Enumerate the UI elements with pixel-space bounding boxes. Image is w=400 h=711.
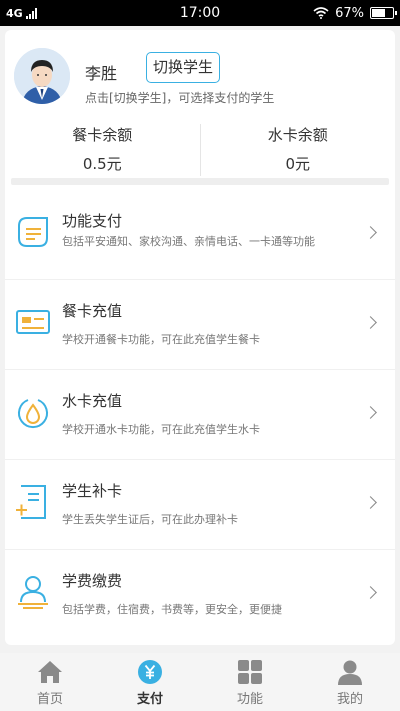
tab-label: 功能 <box>236 692 263 707</box>
student-profile: 李胜 切换学生 点击[切换学生]，可选择支付的学生 <box>5 30 395 118</box>
balance-label: 餐卡余额 <box>72 126 133 144</box>
chevron-right-icon <box>364 586 377 599</box>
menu-title: 学费缴费 <box>62 572 123 590</box>
chevron-right-icon <box>364 406 377 419</box>
menu-item-tuition[interactable]: 学费缴费 包括学费，住宿费，书费等，更安全，更便捷 <box>5 550 395 640</box>
menu-desc: 学校开通餐卡功能，可在此充值学生餐卡 <box>62 333 260 346</box>
tab-label: 支付 <box>136 692 163 707</box>
grid-icon <box>238 660 262 684</box>
water-drop-icon <box>18 399 48 428</box>
avatar <box>14 48 70 104</box>
menu-desc: 学校开通水卡功能，可在此充值学生水卡 <box>62 423 260 436</box>
menu-item-meal-recharge[interactable]: 餐卡充值 学校开通餐卡功能，可在此充值学生餐卡 <box>5 280 395 370</box>
menu-item-card-replace[interactable]: 学生补卡 学生丢失学生证后，可在此办理补卡 <box>5 460 395 550</box>
person-pay-icon <box>18 576 48 609</box>
water-card-balance[interactable]: 水卡余额 0元 <box>201 122 396 178</box>
meal-card-balance[interactable]: 餐卡余额 0.5元 <box>5 122 200 178</box>
menu-title: 餐卡充值 <box>62 302 123 320</box>
menu-desc: 学生丢失学生证后，可在此办理补卡 <box>62 513 238 526</box>
chevron-right-icon <box>364 496 377 509</box>
main-card: 李胜 切换学生 点击[切换学生]，可选择支付的学生 餐卡余额 0.5元 水卡余额… <box>5 30 395 645</box>
yuan-icon <box>138 660 162 684</box>
battery-percent: 67% <box>335 5 364 21</box>
menu-item-water-recharge[interactable]: 水卡充值 学校开通水卡功能，可在此充值学生水卡 <box>5 370 395 460</box>
tab-function[interactable]: 功能 <box>200 653 300 711</box>
menu-desc: 包括平安通知、家校沟通、亲情电话、一卡通等功能 <box>62 235 315 248</box>
switch-student-button[interactable]: 切换学生 <box>146 52 221 83</box>
person-icon <box>338 660 362 685</box>
chevron-right-icon <box>364 226 377 239</box>
home-icon <box>38 661 62 683</box>
balance-label: 水卡余额 <box>267 126 328 144</box>
tab-label: 首页 <box>36 692 63 707</box>
menu-title: 水卡充值 <box>62 392 123 410</box>
student-name: 李胜 <box>85 64 118 83</box>
section-divider <box>11 178 389 185</box>
balance-value: 0.5元 <box>82 155 122 173</box>
switch-hint: 点击[切换学生]，可选择支付的学生 <box>85 91 275 105</box>
signal-icon <box>25 7 37 19</box>
tab-pay[interactable]: 支付 <box>100 653 200 711</box>
menu-item-function-pay[interactable]: 功能支付 包括平安通知、家校沟通、亲情电话、一卡通等功能 <box>5 190 395 280</box>
tab-mine[interactable]: 我的 <box>300 653 400 711</box>
tab-home[interactable]: 首页 <box>0 653 100 711</box>
replace-card-icon <box>16 485 46 519</box>
card-icon <box>16 310 50 334</box>
menu-title: 功能支付 <box>62 212 123 230</box>
balance-value: 0元 <box>285 155 311 173</box>
bottom-tab-bar: 首页 支付 功能 我的 <box>0 653 400 711</box>
network-indicator: 4G <box>6 7 37 20</box>
menu-title: 学生补卡 <box>62 482 123 500</box>
menu-desc: 包括学费，住宿费，书费等，更安全，更便捷 <box>62 603 282 616</box>
network-type: 4G <box>6 6 23 20</box>
document-lines-icon <box>18 217 48 247</box>
balance-panel: 餐卡余额 0.5元 水卡余额 0元 <box>5 122 395 178</box>
status-bar: 4G 17:00 67% <box>0 0 400 26</box>
tab-label: 我的 <box>336 692 363 707</box>
chevron-right-icon <box>364 316 377 329</box>
battery-icon <box>370 7 397 19</box>
wifi-icon <box>313 7 329 19</box>
